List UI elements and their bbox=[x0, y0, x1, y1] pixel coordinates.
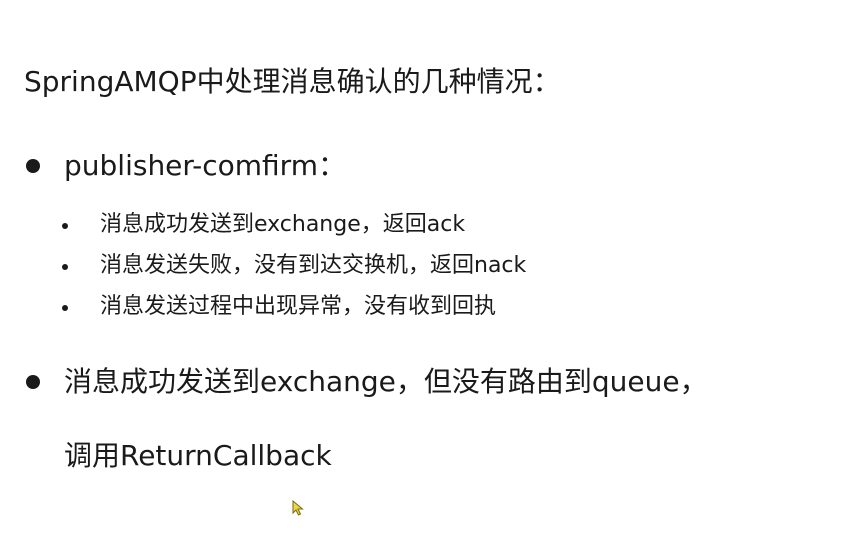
bullet-dot-icon bbox=[26, 375, 40, 389]
bullet-dot-icon bbox=[26, 159, 40, 173]
sub-bullet-text: 消息成功发送到exchange，返回ack bbox=[100, 212, 466, 237]
bullet-continuation-text: 调用ReturnCallback bbox=[64, 439, 332, 472]
sub-bullet-text: 消息发送失败，没有到达交换机，返回nack bbox=[100, 253, 527, 278]
slide-title: SpringAMQP中处理消息确认的几种情况： bbox=[24, 65, 561, 98]
mouse-pointer-icon bbox=[292, 500, 304, 516]
slide: SpringAMQP中处理消息确认的几种情况： publisher-comfir… bbox=[0, 0, 859, 536]
sub-bullet-text: 消息发送过程中出现异常，没有收到回执 bbox=[100, 294, 497, 319]
bullet-text: 消息成功发送到exchange，但没有路由到queue， bbox=[64, 365, 708, 398]
sub-bullet-dot-icon bbox=[62, 264, 68, 270]
bullet-text: publisher-comfirm： bbox=[64, 149, 346, 182]
sub-bullet-dot-icon bbox=[62, 223, 68, 229]
sub-bullet-dot-icon bbox=[62, 305, 68, 311]
